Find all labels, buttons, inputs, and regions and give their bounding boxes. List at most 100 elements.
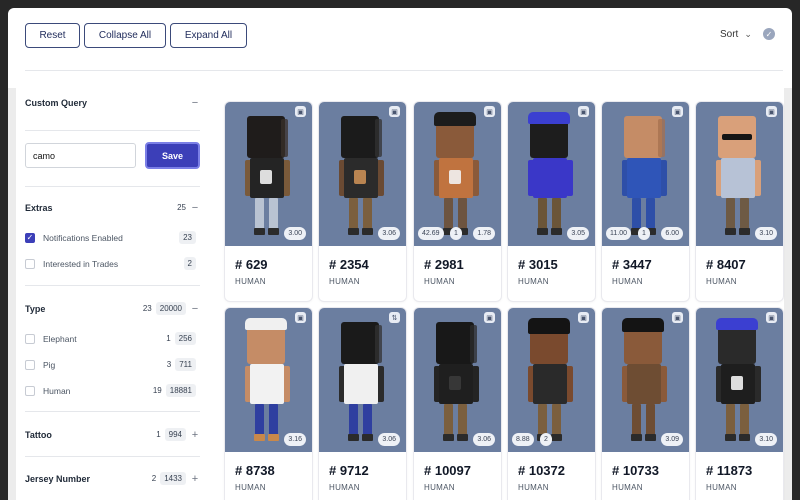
jersey-number-count: 2 xyxy=(151,474,157,483)
wallet-icon[interactable]: ▣ xyxy=(766,106,777,117)
filter-option[interactable]: Human 19 18881 xyxy=(25,384,200,397)
stat-chip: 2 xyxy=(540,433,552,446)
wallet-icon[interactable]: ▣ xyxy=(484,312,495,323)
wallet-icon[interactable]: ▣ xyxy=(295,106,306,117)
divider xyxy=(25,456,200,457)
card-image: ▣ 3.00 xyxy=(225,102,312,246)
wallet-icon[interactable]: ▣ xyxy=(672,106,683,117)
card-number: # 10097 xyxy=(424,463,471,478)
nft-card[interactable]: ▣ 8.88 2 # 10372 HUMAN xyxy=(508,308,595,500)
stat-chip: 3.06 xyxy=(473,433,495,446)
nft-card[interactable]: ▣ 3.06 # 10097 HUMAN xyxy=(414,308,501,500)
card-image: ▣ 11.00 1 6.00 xyxy=(602,102,689,246)
right-edge-strip xyxy=(784,88,792,500)
swap-icon[interactable]: ⇅ xyxy=(389,312,400,323)
toolbar: Reset Collapse All Expand All xyxy=(25,23,247,48)
type-header[interactable]: Type 23 20000 − xyxy=(25,302,200,315)
card-kind: HUMAN xyxy=(612,483,643,492)
custom-query-header[interactable]: Custom Query − xyxy=(25,97,200,109)
divider xyxy=(25,411,200,412)
card-kind: HUMAN xyxy=(329,483,360,492)
card-number: # 2981 xyxy=(424,257,464,272)
card-number: # 8738 xyxy=(235,463,275,478)
nft-card[interactable]: ▣ 11.00 1 6.00 # 3447 HUMAN xyxy=(602,102,689,301)
jersey-number-header[interactable]: Jersey Number 2 1433 + xyxy=(25,472,200,485)
nft-card[interactable]: ▣ 42.69 1 1.78 # 2981 HUMAN xyxy=(414,102,501,301)
checkbox[interactable] xyxy=(25,258,35,269)
save-button[interactable]: Save xyxy=(145,142,200,169)
card-image: ⇅ 3.06 xyxy=(319,308,406,452)
wallet-icon[interactable]: ▣ xyxy=(389,106,400,117)
expand-toggle-icon[interactable]: + xyxy=(190,429,200,441)
checkbox[interactable] xyxy=(25,333,35,344)
collapse-all-button[interactable]: Collapse All xyxy=(84,23,166,48)
expand-all-button[interactable]: Expand All xyxy=(170,23,247,48)
option-count: 1 xyxy=(166,334,171,343)
card-image: ▣ 3.05 xyxy=(508,102,595,246)
wallet-icon[interactable]: ▣ xyxy=(578,312,589,323)
page: Reset Collapse All Expand All Sort ⌄ ✓ C… xyxy=(8,8,792,500)
type-total: 20000 xyxy=(155,302,186,315)
option-label: Human xyxy=(43,385,71,396)
character-figure xyxy=(245,116,293,236)
tattoo-header[interactable]: Tattoo 1 994 + xyxy=(25,428,200,441)
collapse-toggle-icon[interactable]: − xyxy=(190,202,200,214)
custom-query-input[interactable] xyxy=(25,143,136,168)
nft-card[interactable]: ▣ 3.05 # 3015 HUMAN xyxy=(508,102,595,301)
option-count: 23 xyxy=(179,231,196,244)
checkbox[interactable] xyxy=(25,359,35,370)
wallet-icon[interactable]: ▣ xyxy=(295,312,306,323)
card-kind: HUMAN xyxy=(706,277,737,286)
stat-chip: 3.05 xyxy=(567,227,589,240)
card-image: ▣ 3.10 xyxy=(696,308,783,452)
expand-toggle-icon[interactable]: + xyxy=(190,473,200,485)
character-figure xyxy=(716,116,764,236)
filter-option[interactable]: ✓ Notifications Enabled 23 xyxy=(25,231,200,244)
type-count: 23 xyxy=(142,304,152,313)
nft-card[interactable]: ▣ 3.10 # 11873 HUMAN xyxy=(696,308,783,500)
checkbox[interactable] xyxy=(25,385,35,396)
wallet-icon[interactable]: ▣ xyxy=(484,106,495,117)
option-count: 19 xyxy=(152,386,162,395)
nft-card[interactable]: ▣ 3.09 # 10733 HUMAN xyxy=(602,308,689,500)
wallet-icon[interactable]: ▣ xyxy=(578,106,589,117)
type-title: Type xyxy=(25,303,46,314)
collapse-toggle-icon[interactable]: − xyxy=(190,303,200,315)
nft-card[interactable]: ▣ 3.16 # 8738 HUMAN xyxy=(225,308,312,500)
nft-card[interactable]: ▣ 3.00 # 629 HUMAN xyxy=(225,102,312,301)
character-figure xyxy=(528,112,576,236)
stat-chip: 6.00 xyxy=(661,227,683,240)
nft-card[interactable]: ▣ 3.10 # 8407 HUMAN xyxy=(696,102,783,301)
sort-dropdown[interactable]: Sort ⌄ xyxy=(720,29,752,40)
results-grid: ▣ 3.00 # 629 HUMAN ▣ 3.06 # 2354 HUMAN ▣… xyxy=(225,102,785,500)
checkbox-checked[interactable]: ✓ xyxy=(25,232,35,243)
option-label: Notifications Enabled xyxy=(43,232,123,243)
filter-option[interactable]: Pig 3 711 xyxy=(25,358,200,371)
card-image: ▣ 3.06 xyxy=(414,308,501,452)
option-label: Elephant xyxy=(43,333,77,344)
stat-chip: 3.10 xyxy=(755,227,777,240)
stat-chip: 8.88 xyxy=(512,433,534,446)
left-edge-strip xyxy=(8,88,16,500)
nft-card[interactable]: ▣ 3.06 # 2354 HUMAN xyxy=(319,102,406,301)
extras-header[interactable]: Extras 25 − xyxy=(25,201,200,214)
option-label: Pig xyxy=(43,359,56,370)
tattoo-title: Tattoo xyxy=(25,429,52,440)
verified-icon[interactable]: ✓ xyxy=(763,28,775,40)
stat-chip: 11.00 xyxy=(606,227,631,240)
nft-card[interactable]: ⇅ 3.06 # 9712 HUMAN xyxy=(319,308,406,500)
card-number: # 3447 xyxy=(612,257,652,272)
reset-button[interactable]: Reset xyxy=(25,23,80,48)
option-label: Interested in Trades xyxy=(43,258,119,269)
wallet-icon[interactable]: ▣ xyxy=(766,312,777,323)
wallet-icon[interactable]: ▣ xyxy=(672,312,683,323)
collapse-toggle-icon[interactable]: − xyxy=(190,97,200,109)
extras-title: Extras xyxy=(25,202,53,213)
filter-option[interactable]: Interested in Trades 2 xyxy=(25,257,200,270)
sort-label: Sort xyxy=(720,29,739,40)
card-image: ▣ 3.16 xyxy=(225,308,312,452)
card-image: ▣ 3.09 xyxy=(602,308,689,452)
card-number: # 2354 xyxy=(329,257,369,272)
filter-option[interactable]: Elephant 1 256 xyxy=(25,332,200,345)
card-number: # 9712 xyxy=(329,463,369,478)
